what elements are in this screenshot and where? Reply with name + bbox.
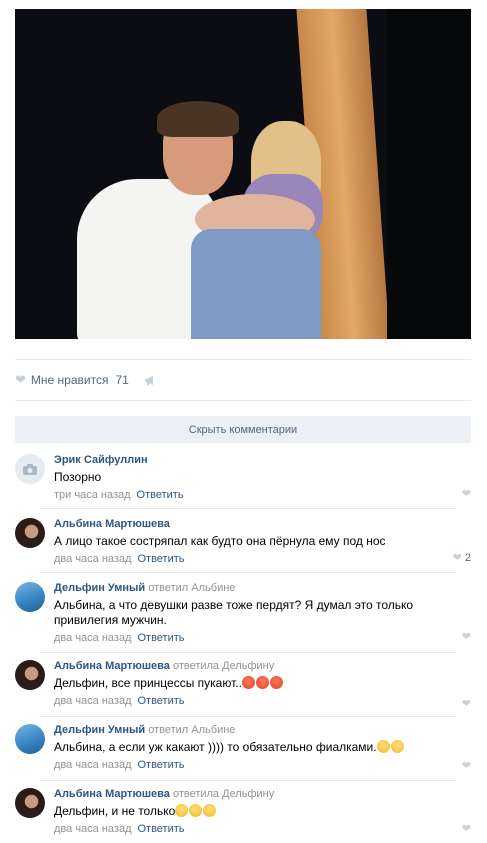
comment-author[interactable]: Альбина Мартюшева ответила Дельфину: [54, 788, 464, 801]
reply-link[interactable]: Ответить: [137, 759, 184, 771]
divider: [15, 400, 471, 401]
divider: [39, 652, 456, 653]
comment-author[interactable]: Эрик Сайфуллин: [54, 454, 464, 467]
reply-link[interactable]: Ответить: [137, 823, 184, 835]
comment-time[interactable]: два часа назад: [54, 553, 131, 565]
comment-time[interactable]: два часа назад: [54, 695, 131, 707]
hide-comments-button[interactable]: Скрыть комментарии: [15, 416, 471, 443]
comment: Альбина Мартюшева А лицо такое состряпал…: [15, 518, 471, 565]
divider: [15, 359, 471, 360]
comment-author[interactable]: Альбина Мартюшева: [54, 518, 464, 531]
heart-icon[interactable]: ❤: [15, 372, 26, 388]
comment-like[interactable]: ❤ 2: [453, 551, 471, 564]
comment-like-count: 2: [464, 552, 471, 564]
reply-link[interactable]: Ответить: [137, 489, 184, 501]
comment-author[interactable]: Дельфин Умный ответил Альбине: [54, 724, 464, 737]
avatar[interactable]: [15, 518, 45, 548]
comment-like[interactable]: ❤: [462, 487, 471, 500]
avatar[interactable]: [15, 724, 45, 754]
comment: Эрик Сайфуллин Позорно три часа назад Отв…: [15, 454, 471, 501]
reply-to-label: ответил Альбине: [148, 582, 236, 594]
post-photo[interactable]: [15, 9, 471, 339]
comment: Альбина Мартюшева ответила Дельфину Дель…: [15, 788, 471, 838]
reply-to-label: ответила Дельфину: [172, 788, 275, 800]
divider: [39, 508, 456, 509]
comment: Альбина Мартюшева ответила Дельфину Дель…: [15, 660, 471, 710]
heart-icon: ❤: [461, 488, 471, 500]
comment-text-row: Дельфин, все принцессы пукают..: [54, 676, 464, 691]
comment-text: Альбина, а что девушки разве тоже пердят…: [54, 598, 414, 627]
heart-icon: ❤: [461, 698, 471, 710]
camera-icon[interactable]: [15, 454, 45, 484]
laughing-emoji-icon: [175, 804, 189, 817]
comment: Дельфин Умный ответил Альбине Альбина, а…: [15, 582, 471, 644]
likes-count[interactable]: 71: [115, 373, 128, 387]
cool-emoji-icon: [390, 740, 404, 753]
divider: [39, 780, 456, 781]
comment: Дельфин Умный ответил Альбине Альбина, а…: [15, 724, 471, 774]
divider: [39, 572, 456, 573]
reply-link[interactable]: Ответить: [137, 553, 184, 565]
photo-person-jeans: [191, 229, 321, 339]
likes-row: ❤ Мне нравится 71: [15, 372, 156, 388]
laughing-emoji-icon: [203, 804, 217, 817]
comment-time[interactable]: два часа назад: [54, 632, 131, 644]
comment-time[interactable]: два часа назад: [54, 823, 131, 835]
photo-background: [387, 9, 471, 339]
comment-text-row: Дельфин, и не только: [54, 804, 464, 819]
reply-to-label: ответила Дельфину: [172, 660, 275, 672]
megaphone-icon[interactable]: [144, 375, 156, 386]
reply-link[interactable]: Ответить: [137, 695, 184, 707]
comment-text: Дельфин, и не только: [54, 804, 176, 818]
likes-label[interactable]: Мне нравится: [31, 373, 109, 387]
divider: [39, 716, 456, 717]
reply-link[interactable]: Ответить: [137, 632, 184, 644]
avatar[interactable]: [15, 582, 45, 612]
photo-person-hair-dark: [157, 101, 239, 137]
heart-icon: ❤: [461, 760, 471, 772]
heart-icon: ❤: [461, 631, 471, 643]
angry-emoji-icon: [241, 676, 255, 689]
comment-like[interactable]: ❤: [462, 697, 471, 710]
comment-time[interactable]: два часа назад: [54, 759, 131, 771]
heart-icon: ❤: [461, 823, 471, 835]
comment-time[interactable]: три часа назад: [54, 489, 131, 501]
laughing-emoji-icon: [189, 804, 203, 817]
comment-text: Дельфин, все принцессы пукают..: [54, 676, 242, 690]
comment-text: Позорно: [54, 470, 102, 484]
comment-author[interactable]: Дельфин Умный ответил Альбине: [54, 582, 464, 595]
comment-like[interactable]: ❤: [462, 630, 471, 643]
avatar[interactable]: [15, 660, 45, 690]
heart-icon: ❤: [452, 552, 462, 564]
avatar[interactable]: [15, 788, 45, 818]
comment-author[interactable]: Альбина Мартюшева ответила Дельфину: [54, 660, 464, 673]
comment-like[interactable]: ❤: [462, 759, 471, 772]
comment-text: Альбина, а если уж какают )))) то обязат…: [54, 740, 377, 754]
angry-emoji-icon: [255, 676, 269, 689]
comment-like[interactable]: ❤: [462, 822, 471, 835]
comment-text: А лицо такое состряпал как будто она пёр…: [54, 534, 386, 548]
comment-text-row: Альбина, а если уж какают )))) то обязат…: [54, 740, 464, 755]
angry-emoji-icon: [269, 676, 283, 689]
reply-to-label: ответил Альбине: [148, 724, 236, 736]
cool-emoji-icon: [376, 740, 390, 753]
